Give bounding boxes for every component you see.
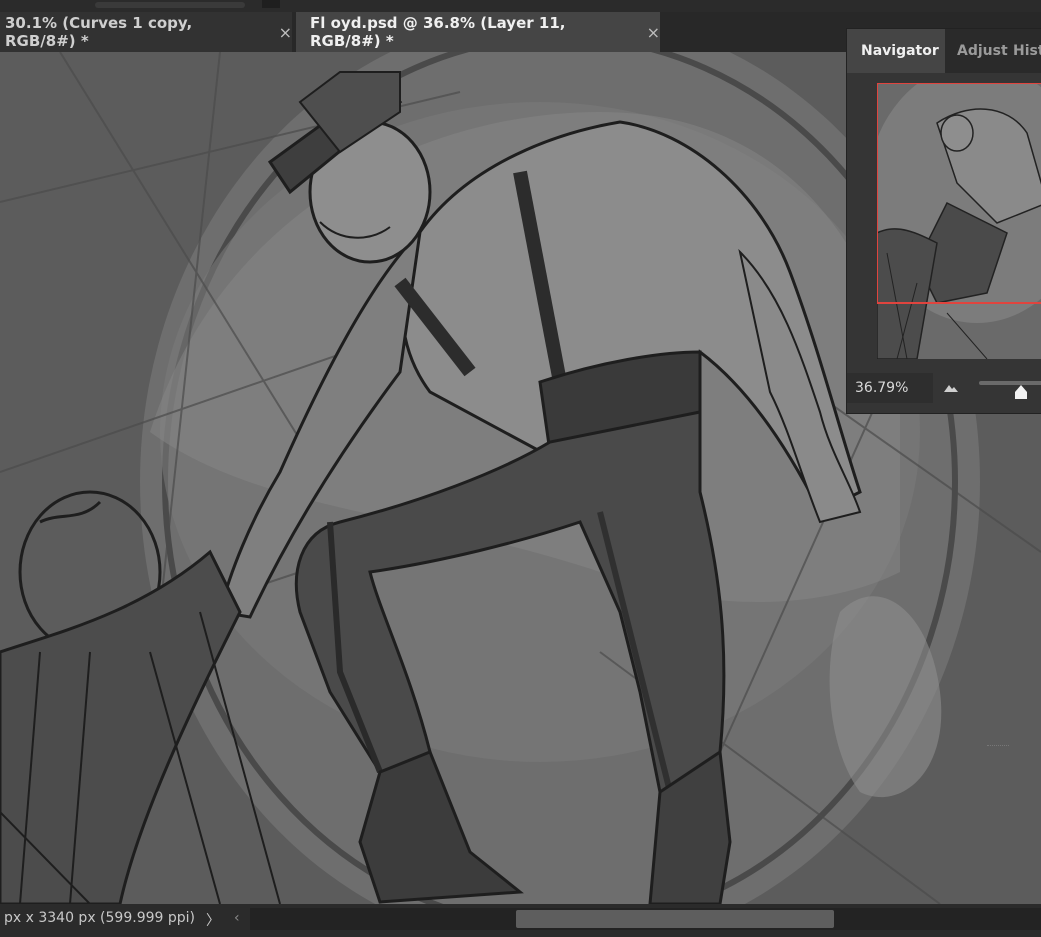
navigator-zoom-row: 36.79% (847, 369, 1041, 746)
navigator-preview-image (877, 83, 1041, 359)
tab-navigator[interactable]: Navigator (847, 29, 945, 73)
panel-resize-grip[interactable] (987, 745, 1009, 749)
top-toolbar-strip (0, 0, 1041, 12)
document-size-info: px x 3340 px (599.999 ppi) (4, 910, 195, 926)
zoom-slider-track[interactable] (979, 381, 1041, 385)
zoom-slider-thumb[interactable] (1013, 384, 1029, 400)
document-tab-curves[interactable]: 30.1% (Curves 1 copy, RGB/8#) * × (0, 12, 292, 52)
status-bar: px x 3340 px (599.999 ppi) 〉 ‹ (0, 904, 1041, 937)
scroll-left-arrow-icon[interactable]: ‹ (234, 910, 240, 926)
horizontal-scrollbar[interactable] (250, 908, 1041, 930)
navigator-panel: Navigator Adjust Hist 36.79% (846, 28, 1041, 746)
zoom-value-field[interactable]: 36.79% (847, 373, 933, 403)
tab-history[interactable]: Hist (1013, 29, 1041, 73)
close-icon[interactable]: × (647, 23, 660, 42)
document-tab-floyd[interactable]: Fl oyd.psd @ 36.8% (Layer 11, RGB/8#) * … (296, 12, 660, 52)
tab-adjustments[interactable]: Adjust (957, 29, 1008, 73)
zoom-out-mountain-icon[interactable] (943, 381, 959, 393)
document-tab-label: 30.1% (Curves 1 copy, RGB/8#) * (5, 14, 193, 50)
horizontal-scroll-thumb[interactable] (516, 910, 834, 928)
document-tab-label: Fl oyd.psd @ 36.8% (Layer 11, RGB/8#) * (310, 14, 566, 50)
toolbar-swatch[interactable] (262, 0, 280, 8)
status-menu-arrow-icon[interactable]: 〉 (206, 910, 220, 930)
close-icon[interactable]: × (279, 23, 292, 42)
navigator-thumbnail[interactable] (877, 83, 1041, 359)
toolbar-field[interactable] (95, 2, 245, 8)
navigator-panel-tabs: Navigator Adjust Hist (847, 29, 1041, 73)
